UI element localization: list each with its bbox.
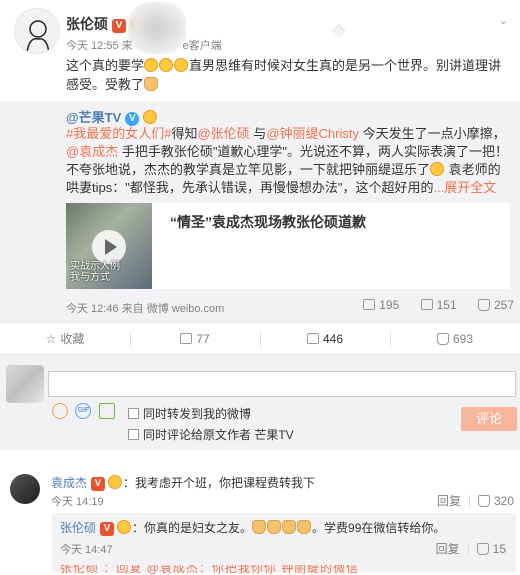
video-title: “情圣”袁成杰现场教张伦硕道歉 (170, 214, 366, 230)
vip-badge-icon: V (100, 522, 115, 536)
share-icon (180, 333, 193, 344)
video-thumbnail[interactable]: 实战示人例 我与方式 (66, 203, 152, 289)
repost-comment-count[interactable]: 151 (420, 298, 457, 312)
author-avatar[interactable] (14, 8, 60, 54)
chevron-down-icon[interactable]: ⌄ (499, 14, 508, 27)
image-icon[interactable] (98, 403, 115, 419)
comment-like-button[interactable]: 320 (477, 494, 514, 508)
repost-like-count[interactable]: 257 (477, 298, 514, 312)
mention-link[interactable]: @袁成杰 (66, 144, 118, 159)
reply-button[interactable]: 回复 (437, 494, 461, 508)
emoji-icon[interactable] (52, 403, 68, 419)
hashtag-link[interactable]: #我最爱的女人们# (66, 126, 171, 141)
action-bar: ☆ 收藏 77 446 693 (0, 322, 520, 355)
crown-icon (143, 110, 158, 124)
comment-icon (306, 333, 319, 344)
clap-emoji-icon (267, 520, 282, 534)
mention-link[interactable]: @张伦硕 (197, 126, 249, 141)
comment-icon (420, 299, 433, 310)
post-text: 这个真的要学 直男思维有时候对女生真的是另一个世界。别讲道理讲感受。受教了 (66, 58, 502, 92)
clap-emoji-icon (282, 520, 297, 534)
laugh-emoji-icon (430, 162, 445, 176)
truncated-reply: 张伦硕 ：回复 @袁成杰：你把我你你 钟丽缇的微信 (60, 565, 360, 575)
active-pointer (331, 23, 347, 39)
repost-text: #我最爱的女人们#得知@张伦硕 与@钟丽缇Christy 今天发生了一点小摩擦，… (66, 126, 509, 195)
thumbs-up-icon (477, 495, 490, 507)
laugh-emoji-icon (174, 58, 189, 72)
clap-emoji-icon (144, 77, 159, 91)
repost-option[interactable]: 同时转发到我的微博 (128, 405, 251, 422)
favorite-button[interactable]: ☆ 收藏 (0, 323, 130, 355)
comment-author-option[interactable]: 同时评论给原文作者 芒果TV (128, 426, 294, 443)
repost-container[interactable]: @芒果TV V #我最爱的女人们#得知@张伦硕 与@钟丽缇Christy 今天发生… (0, 101, 520, 322)
mention-link[interactable]: @钟丽缇Christy (266, 126, 359, 141)
checkbox[interactable] (128, 408, 139, 419)
comment-input[interactable] (48, 371, 516, 397)
vip-badge-icon: V (91, 477, 106, 491)
crown-icon (117, 520, 132, 534)
star-icon: ☆ (45, 332, 57, 346)
thumbs-up-icon (476, 543, 489, 555)
clap-emoji-icon (297, 520, 312, 534)
comment-composer: GIF 同时转发到我的微博 同时评论给原文作者 芒果TV (0, 355, 520, 450)
comment-actions: 回复 320 (437, 492, 514, 509)
clap-emoji-icon (252, 520, 267, 534)
weibo-post-card: 张伦硕 V 今天 12:55 来 e客户端 ⌄ 这个真的要学 直男思维有时候对女生真的… (0, 0, 520, 575)
commenter-name[interactable]: 袁成杰 (51, 476, 87, 490)
repost-author[interactable]: @芒果TV V (66, 107, 158, 126)
repost-footer: 今天 12:46 来自 微博 weibo.com 195 151 257 (66, 298, 514, 315)
repost-button[interactable]: 77 (130, 323, 260, 355)
comment-button[interactable]: 446 (260, 323, 390, 355)
post-meta: 今天 12:55 来 e客户端 (66, 40, 222, 52)
reply-time: 今天 14:47 (60, 544, 113, 556)
reply-container: 张伦硕 V ：你真的是妇女之友。 。学费99在微信转给你。 今天 14:47 回复 15… (52, 513, 516, 575)
checkbox[interactable] (128, 429, 139, 440)
reply-button[interactable]: 回复 (436, 542, 460, 556)
reply-actions: 回复 15 (436, 540, 506, 557)
video-caption: 实战示人例 我与方式 (70, 261, 120, 283)
submit-comment-button[interactable]: 评论 (461, 407, 517, 431)
like-button[interactable]: 693 (390, 323, 520, 355)
composer-tools: GIF (52, 403, 119, 419)
video-card[interactable]: “情圣”袁成杰现场教张伦硕道歉 (152, 203, 510, 289)
expand-link[interactable]: ...展开全文 (433, 180, 496, 195)
repost-share-count[interactable]: 195 (363, 298, 399, 312)
gif-icon[interactable]: GIF (75, 403, 92, 419)
reply-like-button[interactable]: 15 (476, 542, 506, 556)
thumbs-up-icon (436, 333, 449, 345)
thumbs-up-icon (477, 299, 490, 311)
commenter-avatar[interactable] (10, 474, 40, 504)
verified-icon: V (125, 112, 140, 126)
comment-time: 今天 14:19 (51, 496, 104, 508)
comment-text: 袁成杰 V ：我考虑开个班，你把课程费转我下 (51, 475, 316, 491)
laugh-emoji-icon (144, 58, 159, 72)
reply-text: 张伦硕 V ：你真的是妇女之友。 。学费99在微信转给你。 (60, 520, 446, 536)
play-icon[interactable] (92, 230, 126, 264)
crown-icon (108, 475, 123, 489)
share-icon (363, 299, 376, 310)
vip-badge-icon: V (112, 19, 126, 33)
user-avatar[interactable] (6, 365, 44, 403)
laugh-emoji-icon (159, 58, 174, 72)
replier-name[interactable]: 张伦硕 (60, 521, 96, 535)
